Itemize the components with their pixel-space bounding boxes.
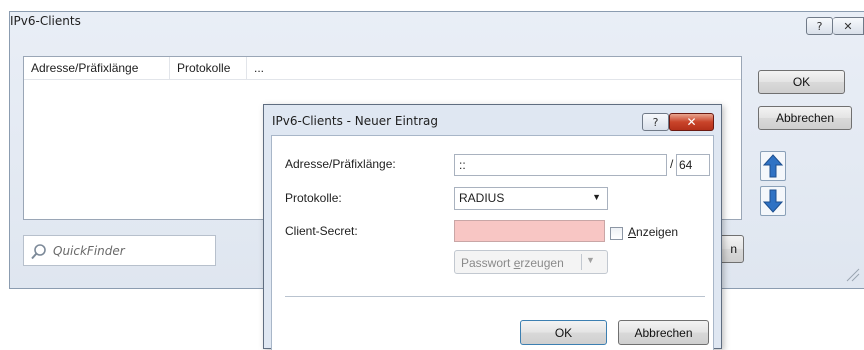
arrow-up-icon [762, 154, 784, 178]
dialog-title: IPv6-Clients - Neuer Eintrag [272, 114, 439, 128]
move-down-button[interactable] [760, 186, 786, 216]
dialog-divider [285, 296, 705, 297]
protocol-select-value: RADIUS [459, 191, 505, 205]
arrow-down-icon [762, 189, 784, 213]
show-secret-label[interactable]: Anzeigen [628, 225, 678, 239]
dialog-body: Adresse/Präfixlänge: :: / 64 Protokolle:… [271, 135, 714, 350]
quickfinder-placeholder: QuickFinder [53, 244, 125, 258]
protocol-select[interactable]: RADIUS ▼ [454, 187, 608, 210]
show-secret-checkbox[interactable] [610, 227, 623, 240]
close-icon: ✕ [686, 115, 697, 129]
dialog-close-button[interactable]: ✕ [669, 113, 714, 131]
show-label-rest: nzeigen [636, 225, 679, 239]
window-title: IPv6-Clients [10, 14, 81, 28]
column-header-more[interactable]: ... [247, 57, 741, 80]
generate-label-prefix: Passwort [461, 256, 514, 270]
ok-button[interactable]: OK [758, 70, 845, 94]
protocol-label: Protokolle: [285, 191, 342, 205]
help-icon: ? [816, 19, 823, 33]
cancel-button[interactable]: Abbrechen [758, 106, 852, 130]
close-icon: ✕ [843, 19, 853, 33]
generate-password-button[interactable]: Passwort erzeugen ▼ [454, 250, 608, 274]
new-entry-dialog: IPv6-Clients - Neuer Eintrag ? ✕ Adresse… [263, 104, 722, 350]
address-input[interactable]: :: [454, 154, 667, 176]
dropdown-arrow-icon[interactable]: ▼ [586, 255, 595, 265]
dialog-ok-button[interactable]: OK [520, 320, 607, 345]
address-label: Adresse/Präfixlänge: [285, 157, 396, 171]
show-accelerator: A [628, 225, 637, 239]
resize-grip-icon[interactable] [844, 266, 860, 282]
split-button-separator [581, 254, 582, 270]
help-icon: ? [652, 115, 659, 129]
generate-label-rest: rzeugen [520, 256, 564, 270]
column-header-protocols[interactable]: Protokolle [170, 57, 247, 80]
column-header-address[interactable]: Adresse/Präfixlänge [24, 57, 170, 80]
close-button[interactable]: ✕ [833, 17, 864, 35]
client-secret-input[interactable] [454, 220, 605, 242]
move-up-button[interactable] [760, 151, 786, 181]
quickfinder-input[interactable]: QuickFinder [23, 235, 216, 266]
dropdown-arrow-icon: ▼ [592, 192, 601, 202]
partially-hidden-button-label: n [730, 242, 737, 256]
dialog-cancel-button[interactable]: Abbrechen [618, 320, 709, 345]
magnifier-icon [31, 244, 46, 260]
client-secret-label: Client-Secret: [285, 224, 358, 238]
prefix-separator: / [670, 157, 674, 171]
prefix-length-input[interactable]: 64 [676, 154, 710, 176]
table-header: Adresse/Präfixlänge Protokolle ... [24, 57, 741, 80]
help-button[interactable]: ? [806, 17, 833, 35]
dialog-help-button[interactable]: ? [642, 113, 669, 131]
generate-password-label: Passwort erzeugen [461, 256, 564, 270]
